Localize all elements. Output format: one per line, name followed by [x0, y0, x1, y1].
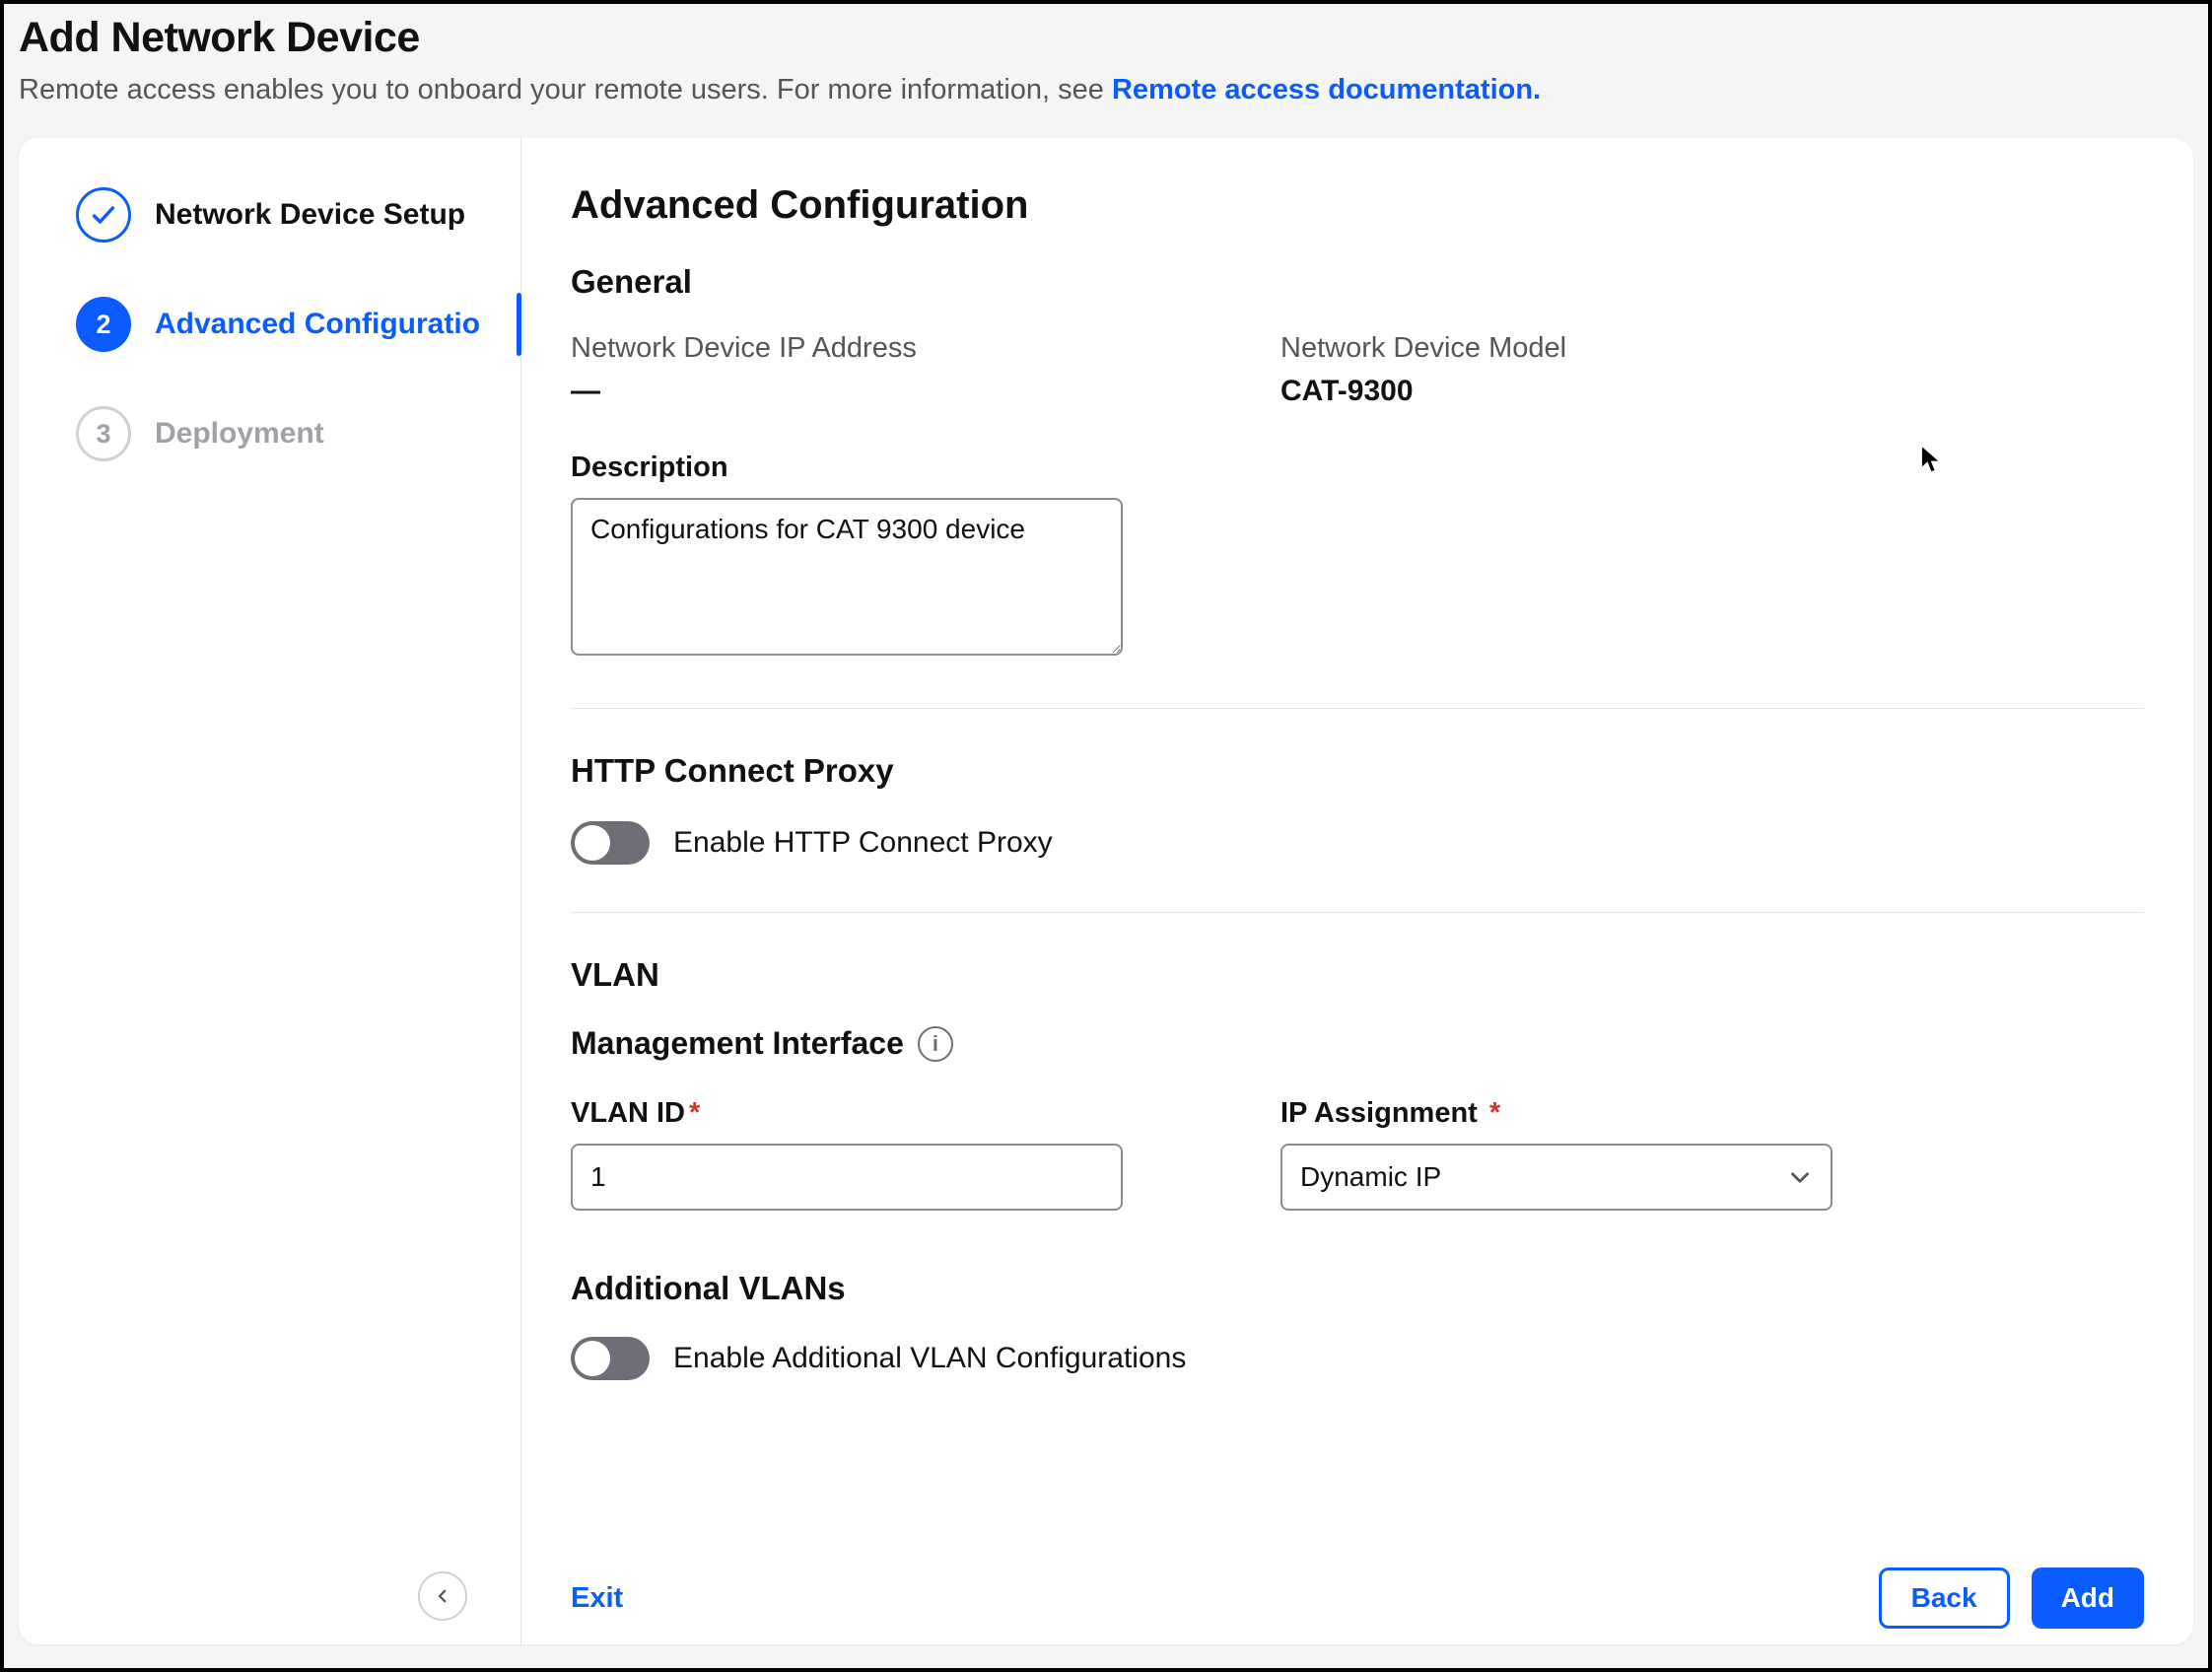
- chevron-down-icon: [1787, 1164, 1813, 1190]
- vlan-heading: VLAN: [571, 956, 2144, 994]
- divider: [571, 912, 2144, 913]
- info-icon[interactable]: i: [918, 1026, 953, 1062]
- management-interface-heading: Management Interface: [571, 1025, 904, 1062]
- exit-link[interactable]: Exit: [571, 1582, 623, 1615]
- http-proxy-toggle[interactable]: [571, 821, 650, 865]
- section-title: Advanced Configuration: [571, 183, 2144, 228]
- vlan-id-input[interactable]: [571, 1144, 1123, 1211]
- additional-vlans-toggle[interactable]: [571, 1337, 650, 1380]
- additional-vlans-heading: Additional VLANs: [571, 1270, 2144, 1307]
- ip-address-label: Network Device IP Address: [571, 332, 1241, 365]
- additional-vlans-toggle-label: Enable Additional VLAN Configurations: [673, 1342, 1186, 1375]
- chevron-left-icon: [434, 1587, 451, 1605]
- device-model-label: Network Device Model: [1280, 332, 1951, 365]
- step-label: Deployment: [155, 417, 324, 451]
- wizard-footer: Exit Back Add: [571, 1568, 2144, 1629]
- step-label: Network Device Setup: [155, 198, 465, 232]
- wizard-panel: Network Device Setup 2 Advanced Configur…: [19, 138, 2193, 1644]
- back-button[interactable]: Back: [1879, 1568, 2010, 1629]
- step-number-icon: 3: [76, 406, 131, 461]
- ip-address-value: —: [571, 375, 1241, 408]
- add-button[interactable]: Add: [2032, 1568, 2144, 1629]
- http-proxy-heading: HTTP Connect Proxy: [571, 752, 2144, 790]
- remote-access-doc-link[interactable]: Remote access documentation.: [1112, 74, 1541, 105]
- wizard-steps-sidebar: Network Device Setup 2 Advanced Configur…: [19, 138, 521, 1644]
- general-heading: General: [571, 263, 2144, 301]
- step-label: Advanced Configuration: [155, 308, 480, 341]
- step-network-device-setup[interactable]: Network Device Setup: [76, 187, 520, 243]
- collapse-sidebar-button[interactable]: [418, 1571, 467, 1621]
- ip-assignment-value: Dynamic IP: [1300, 1161, 1441, 1193]
- step-deployment[interactable]: 3 Deployment: [76, 406, 520, 461]
- page-subtitle: Remote access enables you to onboard you…: [19, 74, 2193, 106]
- vlan-id-label: VLAN ID*: [571, 1097, 1241, 1130]
- step-number-icon: 2: [76, 297, 131, 352]
- ip-assignment-select[interactable]: Dynamic IP: [1280, 1144, 1832, 1211]
- description-label: Description: [571, 452, 2144, 484]
- page-title: Add Network Device: [19, 14, 2193, 62]
- http-proxy-toggle-label: Enable HTTP Connect Proxy: [673, 826, 1053, 860]
- wizard-main-content: Advanced Configuration General Network D…: [521, 138, 2193, 1644]
- mouse-cursor-icon: [1920, 445, 1942, 474]
- ip-assignment-label: IP Assignment *: [1280, 1097, 1951, 1130]
- device-model-value: CAT-9300: [1280, 375, 1951, 408]
- check-icon: [76, 187, 131, 243]
- step-advanced-configuration[interactable]: 2 Advanced Configuration: [76, 297, 520, 352]
- page-header: Add Network Device Remote access enables…: [4, 4, 2208, 138]
- divider: [571, 708, 2144, 709]
- subtitle-text: Remote access enables you to onboard you…: [19, 74, 1112, 105]
- description-input[interactable]: [571, 498, 1123, 656]
